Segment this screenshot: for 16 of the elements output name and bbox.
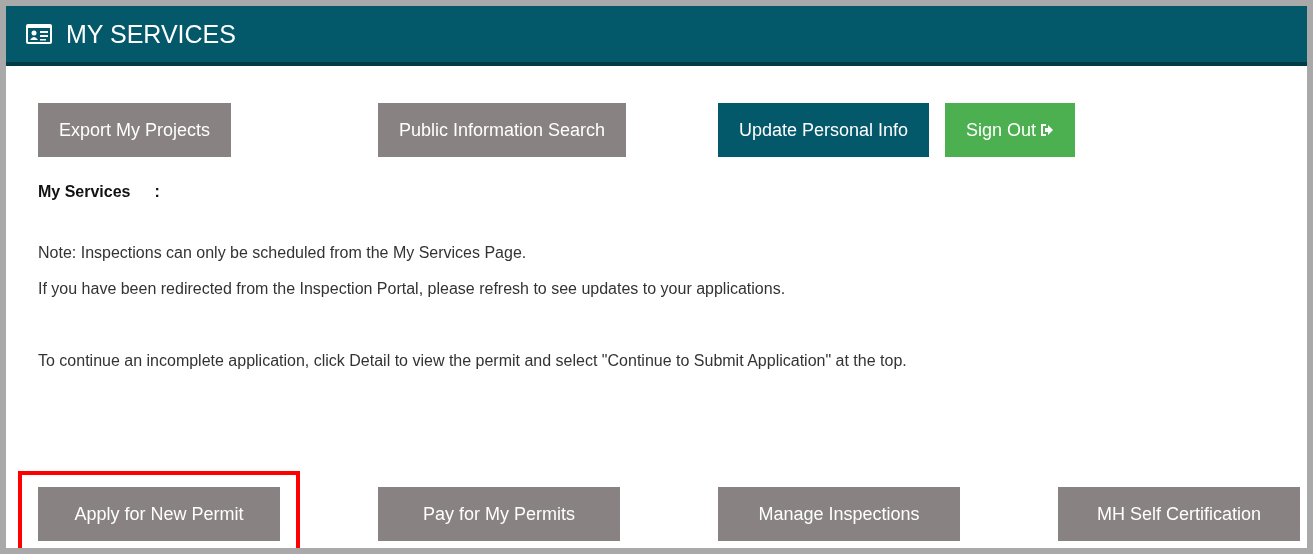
section-label: My Services <box>38 183 131 201</box>
section-colon: : <box>154 183 160 201</box>
action-button[interactable]: Apply for New Permit <box>38 487 280 541</box>
note-text: Note: Inspections can only be scheduled from the My Services Page. <box>38 244 528 262</box>
action-button[interactable]: Export My Projects <box>38 103 232 157</box>
id-card-icon <box>26 24 52 44</box>
sign-out-icon <box>1040 123 1055 137</box>
action-button[interactable]: Pay for My Permits <box>378 487 620 541</box>
action-button[interactable]: Sign Out <box>945 103 1076 157</box>
note-text: If you have been redirected from the Inspection Portal, please refresh to see updates to your applications. <box>38 280 787 298</box>
page-title: MY SERVICES <box>66 19 236 49</box>
instruction-text: To continue an incomplete application, click Detail to view the permit and select "Continue to Submit Application" at the top. <box>38 352 908 370</box>
action-button[interactable]: Manage Inspections <box>718 487 960 541</box>
action-button[interactable]: Update Personal Info <box>718 103 930 157</box>
action-button[interactable]: Public Information Search <box>378 103 627 157</box>
action-button[interactable]: MH Self Certification <box>1058 487 1300 541</box>
